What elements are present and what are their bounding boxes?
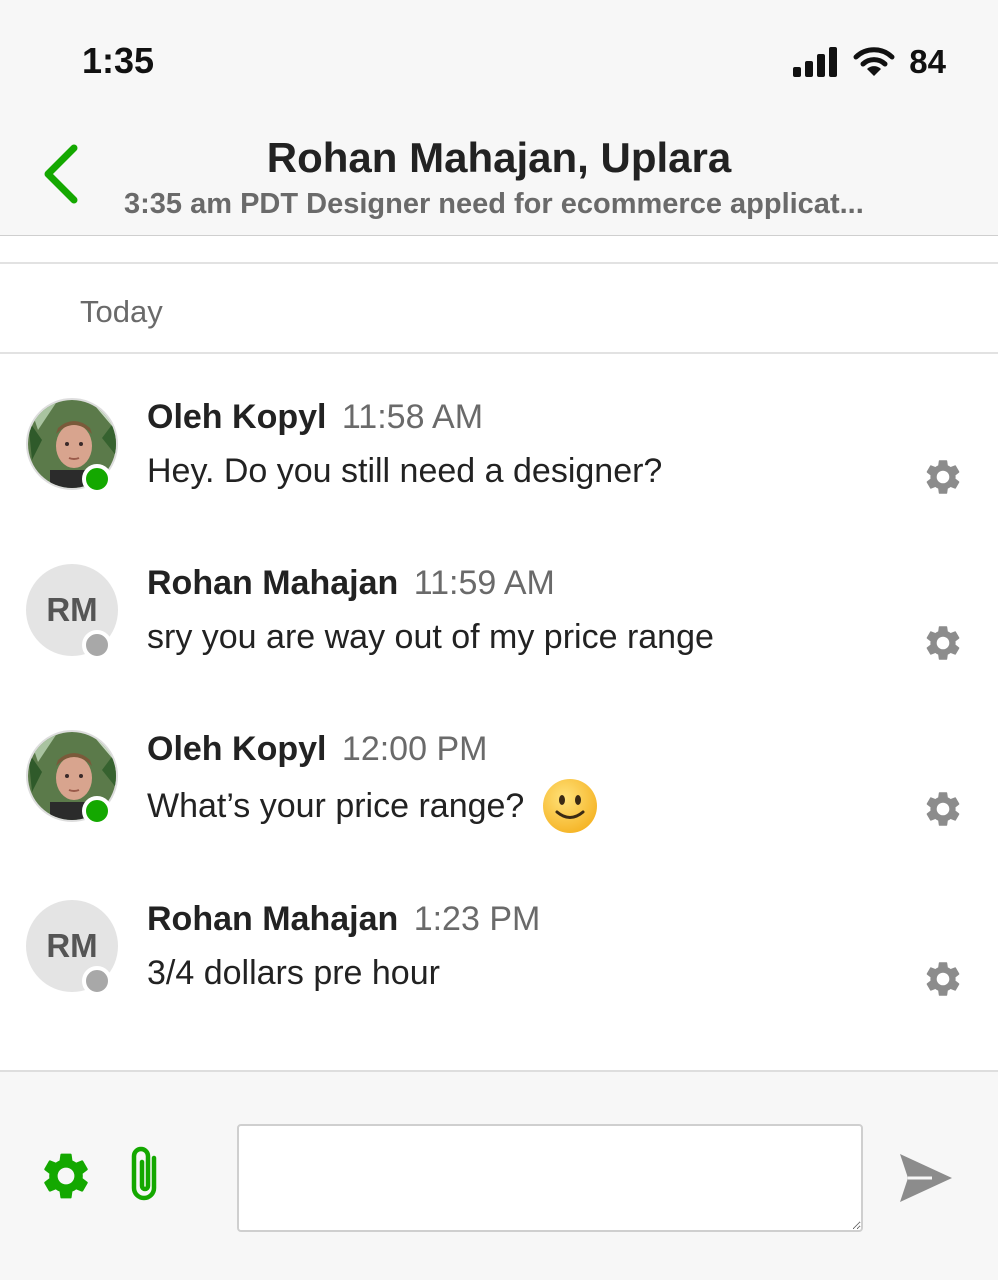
- avatar[interactable]: [26, 730, 118, 826]
- day-label: Today: [80, 294, 163, 329]
- sender-name: Oleh Kopyl: [147, 398, 327, 436]
- message-text: What’s your price range?: [147, 778, 598, 834]
- conversation-header: Rohan Mahajan, Uplara 3:35 am PDT Design…: [0, 118, 998, 236]
- message-header: Rohan Mahajan 11:59 AM: [147, 564, 555, 603]
- status-time: 1:35: [82, 40, 155, 81]
- offline-status-indicator: [82, 630, 112, 660]
- avatar[interactable]: [26, 398, 118, 494]
- conversation-subtitle: 3:35 am PDT Designer need for ecommerce …: [124, 188, 864, 220]
- attach-file-button[interactable]: [124, 1144, 168, 1206]
- offline-status-indicator: [82, 966, 112, 996]
- message-settings-button[interactable]: [922, 456, 964, 498]
- message-header: Oleh Kopyl 12:00 PM: [147, 730, 487, 769]
- signal-icon: [793, 47, 838, 77]
- message-text: 3/4 dollars pre hour: [147, 954, 440, 993]
- message-settings-button[interactable]: [922, 788, 964, 830]
- conversation-title: Rohan Mahajan, Uplara: [266, 134, 732, 181]
- message-item: Oleh Kopyl 12:00 PM What’s your price ra…: [0, 730, 998, 870]
- message-settings-button[interactable]: [922, 622, 964, 664]
- message-settings-button[interactable]: [922, 958, 964, 1000]
- online-status-indicator: [82, 464, 112, 494]
- status-icons: 84: [793, 40, 946, 84]
- message-time: 12:00 PM: [341, 730, 488, 768]
- message-header: Oleh Kopyl 11:58 AM: [147, 398, 483, 437]
- gear-icon: [926, 460, 960, 494]
- wifi-icon: [853, 47, 895, 76]
- message-item: Oleh Kopyl 11:58 AM Hey. Do you still ne…: [0, 398, 998, 538]
- status-bar: 1:35 84: [0, 0, 998, 118]
- composer-settings-button[interactable]: [38, 1148, 94, 1204]
- message-body: 3/4 dollars pre hour: [147, 954, 440, 992]
- message-body: Hey. Do you still need a designer?: [147, 452, 663, 490]
- gear-icon: [926, 626, 960, 660]
- message-list: Oleh Kopyl 11:58 AM Hey. Do you still ne…: [0, 354, 998, 1070]
- slightly-smiling-face-icon: [543, 779, 598, 833]
- sender-name: Rohan Mahajan: [147, 900, 399, 938]
- message-time: 1:23 PM: [413, 900, 541, 938]
- message-body: sry you are way out of my price range: [147, 618, 714, 656]
- message-item: RM Rohan Mahajan 1:23 PM 3/4 dollars pre…: [0, 900, 998, 1040]
- message-body: What’s your price range?: [147, 786, 525, 825]
- gear-icon: [926, 792, 960, 826]
- message-time: 11:58 AM: [341, 398, 484, 436]
- day-divider: Today: [0, 262, 998, 354]
- message-composer: [0, 1070, 998, 1280]
- message-item: RM Rohan Mahajan 11:59 AM sry you are wa…: [0, 564, 998, 704]
- online-status-indicator: [82, 796, 112, 826]
- paperclip-icon: [131, 1146, 157, 1201]
- message-header: Rohan Mahajan 1:23 PM: [147, 900, 540, 939]
- gear-icon: [44, 1153, 88, 1199]
- message-time: 11:59 AM: [413, 564, 555, 602]
- send-icon: [900, 1154, 952, 1202]
- sender-name: Rohan Mahajan: [147, 564, 399, 602]
- avatar[interactable]: RM: [26, 900, 118, 996]
- gear-icon: [926, 962, 960, 996]
- send-button[interactable]: [896, 1150, 956, 1206]
- message-text: sry you are way out of my price range: [147, 618, 714, 657]
- message-input[interactable]: [237, 1124, 863, 1232]
- avatar[interactable]: RM: [26, 564, 118, 660]
- sender-name: Oleh Kopyl: [147, 730, 327, 768]
- message-text: Hey. Do you still need a designer?: [147, 452, 662, 491]
- battery-level: 84: [909, 43, 946, 80]
